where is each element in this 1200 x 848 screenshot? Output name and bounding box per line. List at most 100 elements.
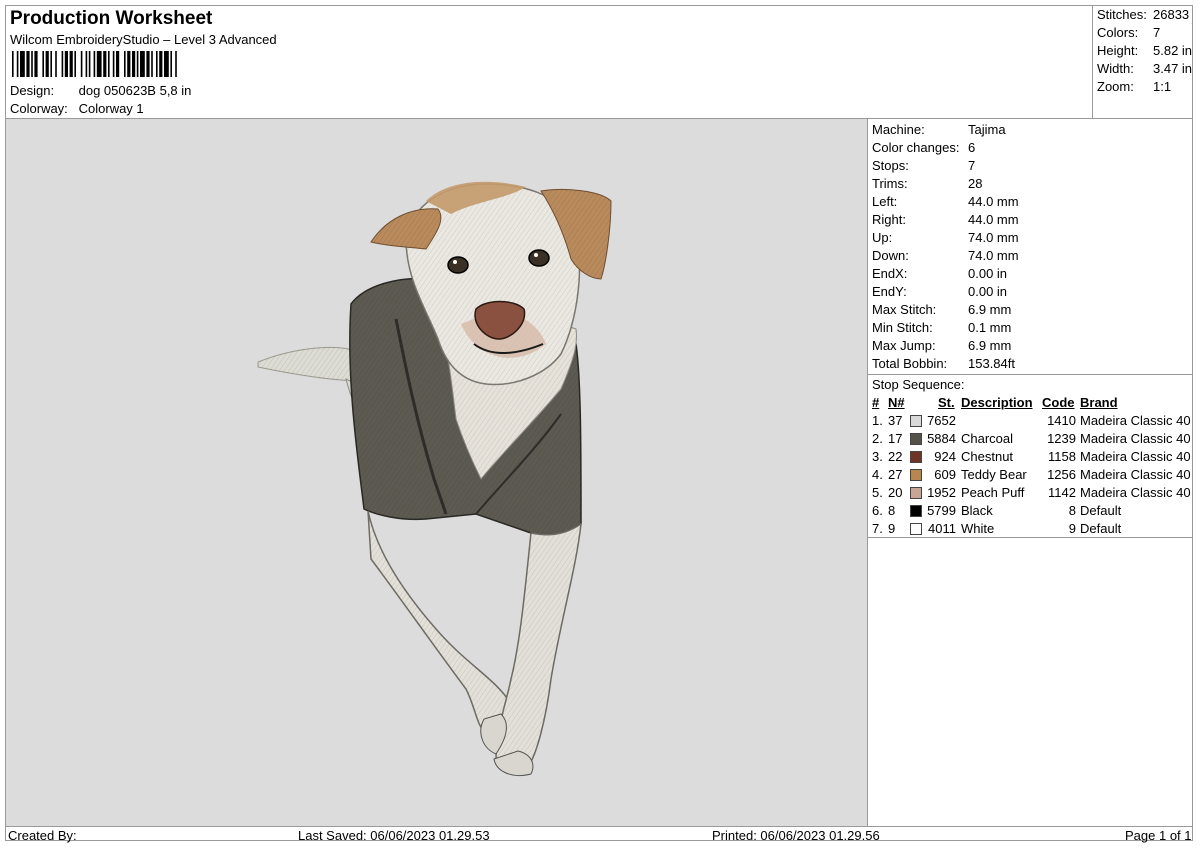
info-label: EndY:	[872, 284, 907, 299]
stitch-count: 5799	[927, 503, 956, 518]
info-row: Machine: Tajima	[872, 121, 1006, 139]
info-label: Color changes:	[872, 140, 960, 155]
info-label: Total Bobbin:	[872, 356, 948, 371]
info-row: Trims: 28	[872, 175, 982, 193]
thread-brand: Madeira Classic 40	[1080, 431, 1191, 446]
info-value: 0.1 mm	[968, 320, 1012, 335]
thread-description: White	[961, 521, 995, 536]
colorway-label: Colorway:	[10, 101, 68, 116]
created-by: Created By:	[8, 828, 77, 843]
info-row: EndX: 0.00 in	[872, 265, 1007, 283]
row-number: 3.	[872, 449, 883, 464]
worksheet-frame: Production Worksheet Wilcom EmbroiderySt…	[5, 5, 1193, 843]
info-value: 6	[968, 140, 976, 155]
printed-date: Printed: 06/06/2023 01.29.56	[712, 828, 880, 843]
info-value: 74.0 mm	[968, 248, 1019, 263]
info-label: Min Stitch:	[872, 320, 933, 335]
stitch-count: 1952	[927, 485, 956, 500]
needle-number: 20	[888, 485, 903, 500]
row-number: 5.	[872, 485, 883, 500]
info-label: Up:	[872, 230, 893, 245]
stitch-count: 4011	[928, 521, 956, 536]
thread-code: 8	[1068, 503, 1076, 518]
thread-brand: Default	[1080, 521, 1122, 536]
colorway-row: Colorway: Colorway 1	[10, 101, 144, 116]
info-label: Left:	[872, 194, 898, 209]
design-value: dog 050623B 5,8 in	[78, 83, 192, 98]
table-bottom-divider	[868, 537, 1192, 538]
info-value: 0.00 in	[968, 266, 1008, 281]
info-row: Stops: 7	[872, 157, 975, 175]
thread-description: Peach Puff	[961, 485, 1025, 500]
info-value: 28	[968, 176, 983, 191]
info-label: Right:	[872, 212, 906, 227]
info-value: 7	[968, 158, 976, 173]
stat-row: Stitches: 26833	[1097, 7, 1189, 22]
design-preview	[6, 119, 868, 826]
thread-brand: Madeira Classic 40	[1080, 413, 1191, 428]
stat-row: Height: 5.82 in	[1097, 43, 1192, 58]
info-label: Max Stitch:	[872, 302, 937, 317]
info-value: 6.9 mm	[968, 302, 1012, 317]
thread-description: Black	[961, 503, 993, 518]
info-row: Up: 74.0 mm	[872, 229, 1019, 247]
stat-label: Stitches:	[1097, 7, 1147, 22]
info-row: Left: 44.0 mm	[872, 193, 1019, 211]
thread-brand: Madeira Classic 40	[1080, 449, 1191, 464]
row-number: 1.	[872, 413, 883, 428]
stat-value: 1:1	[1153, 79, 1172, 94]
worksheet-header: Production Worksheet Wilcom EmbroiderySt…	[6, 6, 1092, 118]
col-header-brand: Brand	[1080, 395, 1118, 410]
thread-description: Chestnut	[961, 449, 1014, 464]
stat-label: Zoom:	[1097, 79, 1134, 94]
stat-row: Width: 3.47 in	[1097, 61, 1192, 76]
needle-number: 9	[888, 521, 896, 536]
info-label: Down:	[872, 248, 909, 263]
info-label: EndX:	[872, 266, 908, 281]
needle-number: 22	[888, 449, 903, 464]
stitch-count: 924	[934, 449, 956, 464]
info-row: Down: 74.0 mm	[872, 247, 1019, 265]
thread-code: 1256	[1047, 467, 1076, 482]
thread-brand: Madeira Classic 40	[1080, 485, 1191, 500]
stitch-count: 7652	[927, 413, 956, 428]
info-label: Max Jump:	[872, 338, 936, 353]
row-number: 7.	[872, 521, 883, 536]
col-header-needle: N#	[888, 395, 905, 410]
stat-label: Height:	[1097, 43, 1139, 58]
row-number: 4.	[872, 467, 883, 482]
info-value: 44.0 mm	[968, 212, 1019, 227]
page-number: Page 1 of 1	[1125, 828, 1192, 843]
col-header-num: #	[872, 395, 880, 410]
thread-code: 9	[1068, 521, 1076, 536]
thread-code: 1239	[1047, 431, 1076, 446]
page-title: Production Worksheet	[10, 8, 213, 29]
stat-value: 7	[1153, 25, 1161, 40]
thread-brand: Default	[1080, 503, 1122, 518]
thread-code: 1142	[1048, 485, 1076, 500]
last-saved: Last Saved: 06/06/2023 01.29.53	[298, 828, 490, 843]
colorway-value: Colorway 1	[78, 101, 144, 116]
worksheet-footer: Created By: Last Saved: 06/06/2023 01.29…	[6, 826, 1192, 843]
software-subtitle: Wilcom EmbroideryStudio – Level 3 Advanc…	[10, 32, 277, 47]
col-header-code: Code	[1042, 395, 1075, 410]
thread-description: Teddy Bear	[961, 467, 1027, 482]
stat-value: 3.47 in	[1153, 61, 1193, 76]
stop-sequence-title: Stop Sequence:	[872, 377, 965, 392]
design-label: Design:	[10, 83, 55, 98]
info-label: Machine:	[872, 122, 925, 137]
info-value: 153.84ft	[968, 356, 1015, 371]
stats-panel: Stitches: 26833 Colors: 7 Height: 5.82 in W…	[1092, 6, 1193, 118]
needle-number: 27	[888, 467, 903, 482]
info-row: Min Stitch: 0.1 mm	[872, 319, 1011, 337]
info-label: Stops:	[872, 158, 909, 173]
stat-value: 26833	[1153, 7, 1190, 22]
machine-info-panel: Machine: Tajima Color changes: 6 Stops: 7 T…	[868, 119, 1192, 826]
info-value: 6.9 mm	[968, 338, 1012, 353]
thread-description: Charcoal	[961, 431, 1014, 446]
info-row: Total Bobbin: 153.84ft	[872, 355, 1015, 373]
info-value: 0.00 in	[968, 284, 1008, 299]
stitch-count: 609	[934, 467, 956, 482]
info-row: Max Jump: 6.9 mm	[872, 337, 1011, 355]
info-row: Right: 44.0 mm	[872, 211, 1019, 229]
